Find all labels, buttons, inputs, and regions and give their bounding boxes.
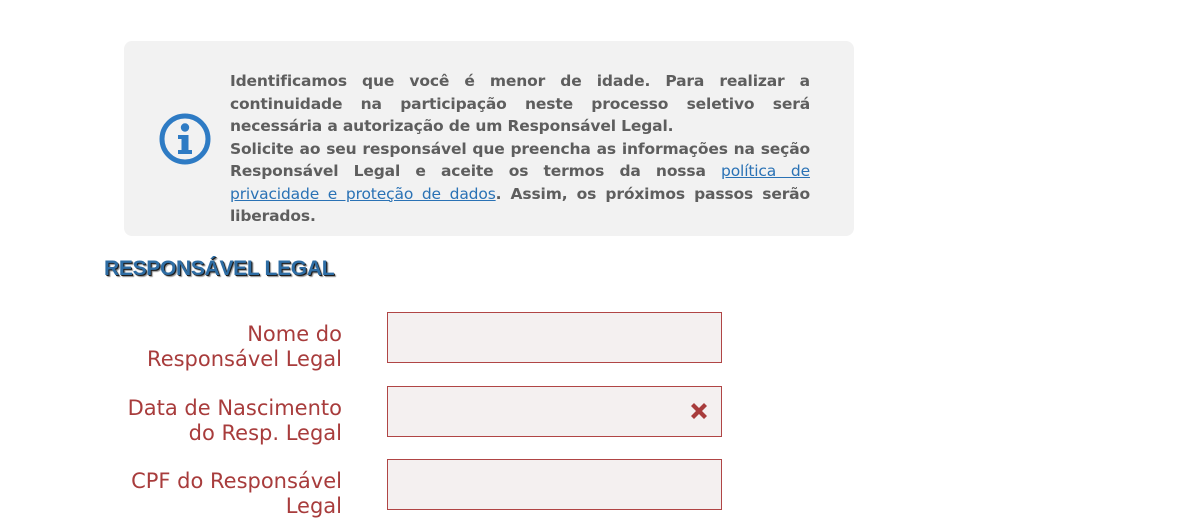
guardian-birthdate-label-line2: do Resp. Legal	[188, 420, 342, 445]
guardian-name-label: Nome do Responsável Legal	[82, 322, 342, 371]
guardian-cpf-label-line2: Legal	[285, 493, 342, 518]
guardian-name-label-line1: Nome do	[247, 322, 342, 346]
guardian-birthdate-input[interactable]	[387, 386, 722, 437]
notice-paragraph-2: Solicite ao seu responsável que preencha…	[230, 138, 810, 228]
guardian-name-label-line2: Responsável Legal	[147, 346, 342, 371]
section-title: RESPONSÁVEL LEGAL	[104, 257, 335, 280]
guardian-birthdate-label-line1: Data de Nascimento	[127, 396, 342, 420]
notice-paragraph-1: Identificamos que você é menor de idade.…	[230, 72, 810, 135]
page: Identificamos que você é menor de idade.…	[0, 0, 1189, 529]
guardian-cpf-label: CPF do Responsável Legal	[82, 469, 342, 518]
minor-age-notice: Identificamos que você é menor de idade.…	[124, 41, 854, 236]
guardian-birthdate-label: Data de Nascimento do Resp. Legal	[82, 396, 342, 445]
guardian-cpf-label-line1: CPF do Responsável	[131, 469, 342, 493]
info-icon	[159, 113, 211, 165]
guardian-cpf-input[interactable]	[387, 459, 722, 510]
notice-text: Identificamos que você é menor de idade.…	[230, 70, 810, 228]
guardian-name-input[interactable]	[387, 312, 722, 363]
close-x-icon[interactable]	[687, 399, 711, 423]
